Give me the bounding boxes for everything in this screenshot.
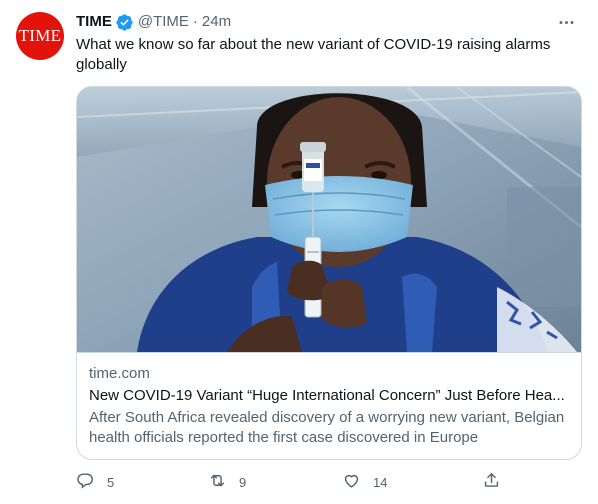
author-name[interactable]: TIME	[76, 12, 112, 32]
tweet-header: TIME @TIME · 24m	[76, 12, 582, 32]
author-handle[interactable]: @TIME	[138, 12, 189, 32]
share-icon	[482, 471, 501, 493]
retweet-count: 9	[239, 474, 247, 490]
verified-badge-icon	[115, 13, 134, 32]
retweet-icon	[208, 471, 227, 493]
reply-count: 5	[107, 474, 115, 490]
share-button[interactable]	[482, 470, 501, 494]
card-info[interactable]: time.com New COVID-19 Variant “Huge Inte…	[77, 352, 581, 448]
reply-icon	[76, 471, 95, 493]
separator-dot: ·	[192, 13, 198, 30]
avatar-logo-text: TIME	[18, 26, 62, 45]
retweet-button[interactable]: 9	[208, 470, 246, 494]
card-title: New COVID-19 Variant “Huge International…	[89, 387, 565, 404]
nurse-with-vaccine-photo	[77, 87, 581, 352]
more-options-icon[interactable]	[550, 6, 582, 38]
card-domain: time.com	[89, 365, 150, 382]
avatar[interactable]: TIME	[16, 12, 64, 60]
like-button[interactable]: 14	[342, 470, 387, 494]
like-count: 14	[373, 474, 388, 490]
heart-icon	[342, 471, 361, 493]
tweet-actions: 5 9 14	[76, 470, 506, 494]
link-card[interactable]: time.com New COVID-19 Variant “Huge Inte…	[76, 86, 582, 460]
tweet[interactable]: TIME TIME @TIME · 24m What we know so fa…	[0, 0, 598, 504]
tweet-timestamp[interactable]: 24m	[202, 12, 231, 32]
reply-button[interactable]: 5	[76, 470, 114, 494]
card-image[interactable]	[77, 87, 581, 352]
tweet-text: What we know so far about the new varian…	[76, 36, 551, 73]
card-description: After South Africa revealed discovery of…	[89, 409, 565, 446]
